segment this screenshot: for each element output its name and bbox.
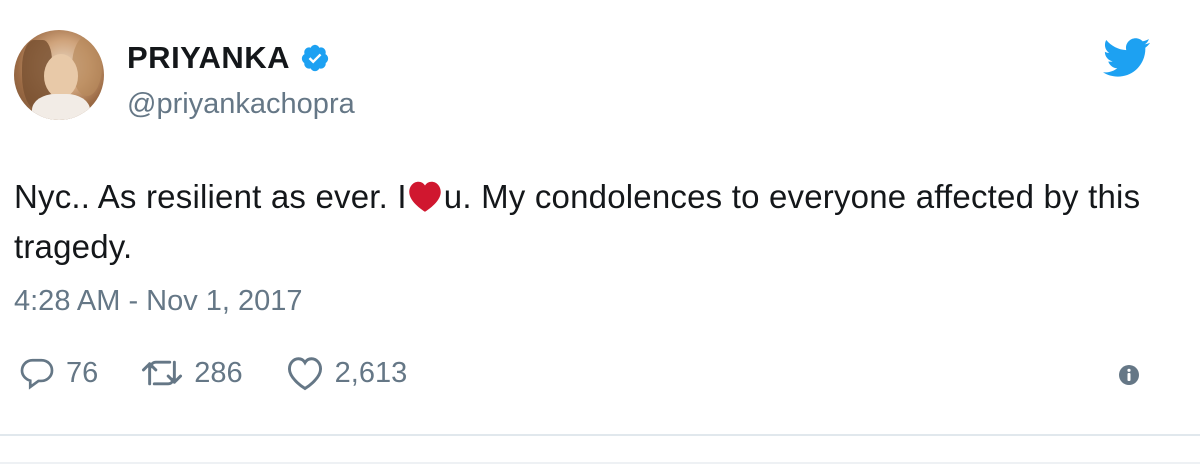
tweet-timestamp[interactable]: 4:28 AM - Nov 1, 2017 <box>14 285 303 318</box>
like-button[interactable]: 2,613 <box>285 355 408 391</box>
user-handle[interactable]: @priyankachopra <box>127 88 355 121</box>
heart-icon <box>285 355 325 391</box>
tweet-text-part-1: Nyc.. As resilient as ever. I <box>14 178 407 215</box>
verified-badge-icon <box>300 43 330 73</box>
reply-icon <box>18 355 56 391</box>
retweet-count: 286 <box>194 356 243 389</box>
avatar[interactable] <box>14 30 104 120</box>
tweet-actions: 76 286 2,613 <box>18 355 449 391</box>
display-name[interactable]: PRIYANKA <box>127 40 290 76</box>
retweet-button[interactable]: 286 <box>140 356 243 390</box>
avatar-face <box>44 54 78 98</box>
retweet-icon <box>140 356 184 390</box>
red-heart-emoji-icon <box>407 177 443 212</box>
reply-count: 76 <box>66 356 99 389</box>
tweet-card: PRIYANKA @priyankachopra Nyc.. As resili… <box>0 0 1200 474</box>
divider <box>0 434 1200 436</box>
author-name-row[interactable]: PRIYANKA <box>127 40 330 76</box>
reply-button[interactable]: 76 <box>18 355 98 391</box>
divider <box>0 462 1200 464</box>
avatar-dress <box>32 94 90 120</box>
twitter-bird-icon[interactable] <box>1102 38 1151 78</box>
info-icon[interactable] <box>1118 364 1140 386</box>
tweet-text: Nyc.. As resilient as ever. Iu. My condo… <box>14 172 1164 272</box>
like-count: 2,613 <box>334 356 408 389</box>
